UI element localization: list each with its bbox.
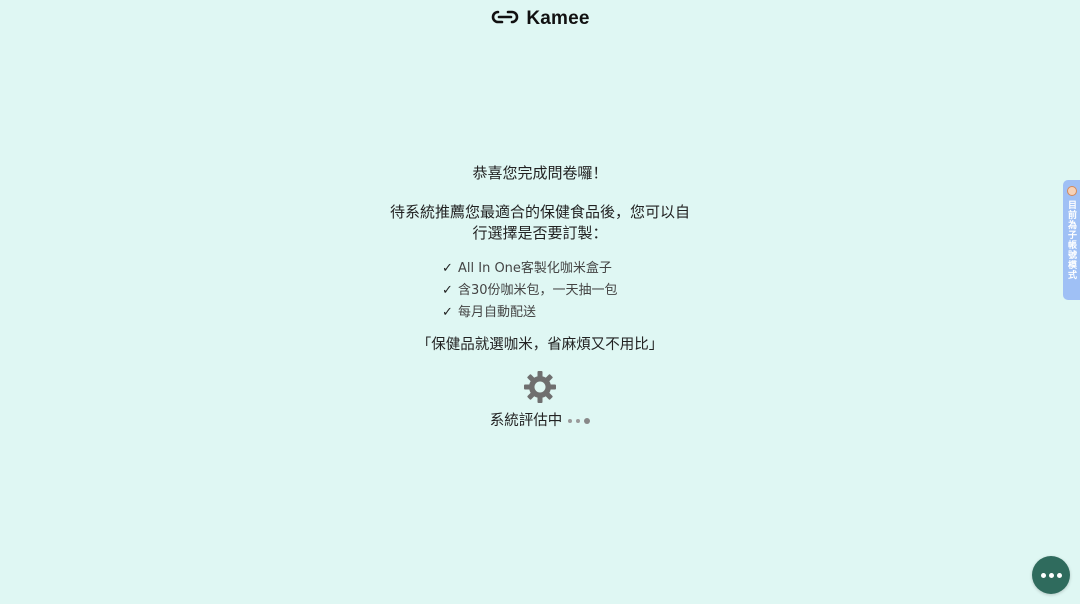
slogan: 「保健品就選咖米，省麻煩又不用比」 <box>416 337 664 353</box>
infinity-link-icon <box>490 9 520 29</box>
feature-label: 每月自動配送 <box>458 305 537 320</box>
feature-list: ✓ All In One客製化咖米盒子 ✓ 含30份咖米包，一天抽一包 ✓ 每月… <box>440 258 640 324</box>
feature-label: All In One客製化咖米盒子 <box>458 261 612 276</box>
loading-dot <box>584 418 591 424</box>
header: Kamee <box>0 0 1080 38</box>
main-content: 恭喜您完成問卷囉！ 待系統推薦您最適合的保健食品後，您可以自行選擇是否要訂製： … <box>0 160 1080 432</box>
chat-button[interactable] <box>1032 556 1070 594</box>
chat-ellipsis-icon <box>1056 572 1062 578</box>
list-item: ✓ 每月自動配送 <box>442 302 640 324</box>
sub-account-mode-tab[interactable]: 目前為子帳號模式 <box>1063 180 1080 300</box>
loading-dot <box>568 419 573 423</box>
logo[interactable]: Kamee <box>490 8 589 30</box>
chat-ellipsis-icon <box>1040 572 1046 578</box>
status-indicator: 系統評估中 <box>0 410 1080 432</box>
gear-icon <box>523 370 557 404</box>
page-title: 恭喜您完成問卷囉！ <box>472 164 608 182</box>
check-icon: ✓ <box>442 261 453 276</box>
sub-account-mode-label: 目前為子帳號模式 <box>1066 200 1076 280</box>
chat-ellipsis-icon <box>1048 572 1054 578</box>
list-item: ✓ All In One客製化咖米盒子 <box>442 258 640 280</box>
status-text: 系統評估中 <box>489 413 563 429</box>
list-item: ✓ 含30份咖米包，一天抽一包 <box>442 280 640 302</box>
loading-dots-icon <box>568 418 591 424</box>
recommendation-text: 待系統推薦您最適合的保健食品後，您可以自行選擇是否要訂製： <box>390 203 691 242</box>
check-icon: ✓ <box>442 283 453 298</box>
logo-text: Kamee <box>526 8 590 29</box>
check-icon: ✓ <box>442 305 453 320</box>
feature-label: 含30份咖米包，一天抽一包 <box>458 283 618 298</box>
loading-dot <box>576 419 581 423</box>
page: Kamee 恭喜您完成問卷囉！ 待系統推薦您最適合的保健食品後，您可以自行選擇是… <box>0 0 1080 604</box>
avatar <box>1066 186 1077 196</box>
